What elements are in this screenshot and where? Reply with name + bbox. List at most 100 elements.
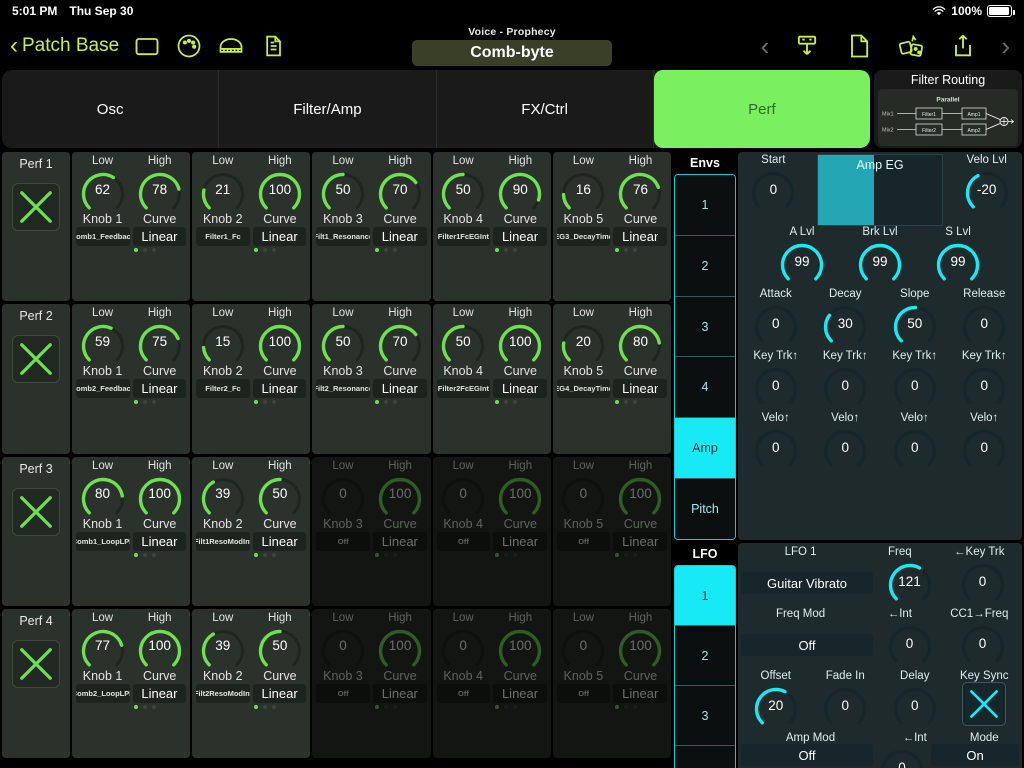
tab-perf[interactable]: Perf xyxy=(653,70,870,148)
lfo-freq-knob[interactable]: 121 xyxy=(881,558,939,608)
lfo-freqmod-select[interactable]: Off xyxy=(741,634,873,656)
lfo-waveform-select[interactable]: Guitar Vibrato xyxy=(741,572,873,594)
perf-low-knob[interactable]: 39 xyxy=(196,624,250,672)
env-velo-knob[interactable]: 0 xyxy=(886,424,944,474)
env-rate-knob[interactable]: 30 xyxy=(816,300,874,350)
perf-destination-select[interactable]: EG4_DecayTime xyxy=(556,379,611,399)
lfo-tab-1[interactable]: 1 xyxy=(675,566,735,626)
perf-low-knob[interactable]: 77 xyxy=(76,624,130,672)
perf-low-knob[interactable]: 0 xyxy=(436,472,490,520)
env-velo-knob[interactable]: 0 xyxy=(955,424,1013,474)
page-dot[interactable] xyxy=(615,552,620,557)
perf-high-knob[interactable]: 78 xyxy=(133,167,187,215)
tab-osc[interactable]: Osc xyxy=(2,70,220,148)
page-dot[interactable] xyxy=(254,704,259,709)
env-level-knob[interactable]: 99 xyxy=(773,238,831,288)
page-dot[interactable] xyxy=(143,248,148,252)
page-dot[interactable] xyxy=(272,704,277,709)
perf-low-knob[interactable]: 0 xyxy=(556,624,610,672)
perf-low-knob[interactable]: 50 xyxy=(316,167,370,215)
perf-high-knob[interactable]: 76 xyxy=(613,167,667,215)
perf-destination-select[interactable]: Filter2FcEGInt xyxy=(436,379,491,399)
page-dot[interactable] xyxy=(392,248,397,252)
page-dot[interactable] xyxy=(263,400,268,405)
page-dot[interactable] xyxy=(633,704,638,709)
perf-low-knob[interactable]: 39 xyxy=(196,472,250,520)
page-dot[interactable] xyxy=(143,552,148,557)
lfo-delay-knob[interactable]: 0 xyxy=(886,682,944,732)
env-keytrk-knob[interactable]: 0 xyxy=(816,362,874,412)
env-rate-knob[interactable]: 0 xyxy=(955,300,1013,350)
page-dot[interactable] xyxy=(615,704,620,709)
perf-destination-select[interactable]: Comb1_LoopLPF xyxy=(76,531,130,551)
tab-filter-amp[interactable]: Filter/Amp xyxy=(219,70,437,148)
page-dot[interactable] xyxy=(272,248,277,252)
page-dot[interactable] xyxy=(383,248,388,252)
perf-curve-select[interactable]: Linear xyxy=(493,227,547,246)
lfo-keysync-toggle[interactable] xyxy=(962,682,1007,726)
perf-curve-select[interactable]: Linear xyxy=(613,683,668,703)
perf-destination-select[interactable]: Off xyxy=(556,531,611,551)
amp-eg-graph[interactable]: Amp EG xyxy=(817,154,943,226)
page-dot[interactable] xyxy=(503,552,508,557)
perf-high-knob[interactable]: 100 xyxy=(493,319,547,367)
perf-curve-select[interactable]: Linear xyxy=(373,531,427,551)
perf-destination-select[interactable]: Filt1_Resonance xyxy=(316,227,371,246)
perf-high-knob[interactable]: 80 xyxy=(613,319,667,367)
perf-page-dots[interactable] xyxy=(194,248,308,257)
perf-page-dots[interactable] xyxy=(194,400,308,409)
new-document-icon[interactable] xyxy=(845,32,873,60)
lfo-mode-select[interactable]: On xyxy=(931,744,1019,766)
perf-high-knob[interactable]: 100 xyxy=(373,472,427,520)
randomize-icon[interactable] xyxy=(897,32,925,60)
envs-tab-amp[interactable]: Amp xyxy=(675,418,735,480)
perf-high-knob[interactable]: 100 xyxy=(133,624,187,672)
page-dot[interactable] xyxy=(503,704,508,709)
perf-low-knob[interactable]: 80 xyxy=(76,472,130,520)
perf-destination-select[interactable]: Off xyxy=(556,683,611,703)
perf-page-dots[interactable] xyxy=(555,552,669,562)
perf-page-dots[interactable] xyxy=(74,552,188,562)
page-dot[interactable] xyxy=(624,248,629,252)
perf-page-dots[interactable] xyxy=(435,248,549,257)
back-button[interactable]: ‹ Patch Base xyxy=(10,34,119,58)
perf-page-dots[interactable] xyxy=(194,552,308,562)
page-dot[interactable] xyxy=(633,400,638,405)
envs-tab-pitch[interactable]: Pitch xyxy=(675,479,735,539)
page-dot[interactable] xyxy=(494,552,499,557)
page-dot[interactable] xyxy=(152,704,157,709)
page-dot[interactable] xyxy=(134,400,139,405)
page-dot[interactable] xyxy=(263,248,268,252)
next-patch-button[interactable]: › xyxy=(1001,31,1010,62)
perf-curve-select[interactable]: Linear xyxy=(373,379,427,399)
perf-high-knob[interactable]: 100 xyxy=(253,319,307,367)
piano-icon[interactable] xyxy=(217,32,245,60)
perf-curve-select[interactable]: Linear xyxy=(613,227,668,246)
perf-high-knob[interactable]: 50 xyxy=(253,624,307,672)
download-icon[interactable] xyxy=(793,32,821,60)
perf-enable-toggle[interactable] xyxy=(12,639,60,688)
env-keytrk-knob[interactable]: 0 xyxy=(747,362,805,412)
perf-high-knob[interactable]: 70 xyxy=(373,167,427,215)
page-dot[interactable] xyxy=(512,704,517,709)
perf-page-dots[interactable] xyxy=(435,400,549,409)
perf-high-knob[interactable]: 75 xyxy=(133,319,187,367)
page-dot[interactable] xyxy=(503,248,508,252)
perf-curve-select[interactable]: Linear xyxy=(132,683,187,703)
page-dot[interactable] xyxy=(143,400,148,405)
perf-page-dots[interactable] xyxy=(314,552,428,562)
perf-destination-select[interactable]: Off xyxy=(316,531,371,551)
perf-low-knob[interactable]: 62 xyxy=(76,167,130,215)
page-dot[interactable] xyxy=(272,400,277,405)
copy-document-icon[interactable] xyxy=(259,32,287,60)
perf-curve-select[interactable]: Linear xyxy=(132,227,187,246)
perf-destination-select[interactable]: Filt2ResoModInt xyxy=(196,683,250,703)
page-dot[interactable] xyxy=(615,400,620,405)
lfo-ampmod-select[interactable]: Off xyxy=(741,744,873,766)
perf-destination-select[interactable]: EG3_DecayTime xyxy=(556,227,611,246)
page-dot[interactable] xyxy=(512,400,517,405)
envs-tab-1[interactable]: 1 xyxy=(675,175,735,236)
env-velo-knob[interactable]: 0 xyxy=(747,424,805,474)
perf-destination-select[interactable]: Filt1ResoModInt xyxy=(196,531,250,551)
window-icon[interactable] xyxy=(133,32,161,60)
